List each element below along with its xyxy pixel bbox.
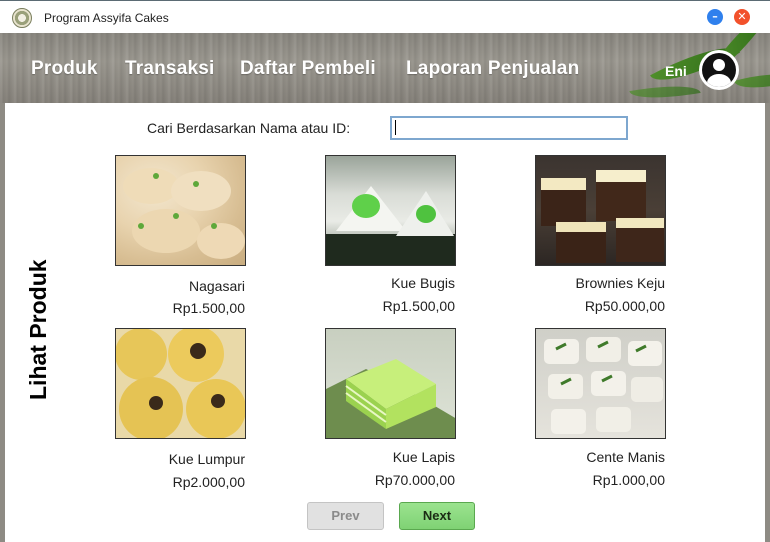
nav-header: Produk Transaksi Daftar Pembeli Laporan …	[0, 33, 770, 103]
next-button[interactable]: Next	[399, 502, 475, 530]
page-title: Lihat Produk	[25, 259, 51, 400]
kue-lapis-photo	[326, 359, 455, 438]
frame-border-left	[0, 103, 5, 542]
window-title-bar: Program Assyifa Cakes – ✕	[0, 0, 770, 33]
product-price: Rp2.000,00	[172, 474, 245, 490]
frame-border-right	[765, 103, 770, 542]
product-name: Brownies Keju	[575, 275, 666, 291]
nav-transaksi[interactable]: Transaksi	[125, 58, 214, 80]
text-caret	[395, 120, 396, 135]
search-input[interactable]	[390, 116, 628, 140]
product-name: Kue Lapis	[392, 449, 455, 465]
product-price: Rp50.000,00	[584, 298, 665, 314]
product-name: Nagasari	[188, 278, 245, 294]
kue-lumpur-photo	[116, 329, 245, 438]
nav-daftar-pembeli[interactable]: Daftar Pembeli	[240, 58, 376, 80]
product-price: Rp1.500,00	[382, 298, 455, 314]
product-image-brownies-keju[interactable]	[535, 155, 666, 266]
product-image-cente-manis[interactable]	[535, 328, 666, 439]
brownies-cheese-photo	[541, 170, 664, 263]
product-image-kue-lumpur[interactable]	[115, 328, 246, 439]
user-avatar-icon[interactable]	[699, 50, 739, 90]
window-title: Program Assyifa Cakes	[44, 11, 169, 25]
product-price: Rp1.500,00	[172, 300, 245, 316]
nav-laporan-penjualan[interactable]: Laporan Penjualan	[406, 58, 579, 80]
green-kue-photo	[326, 186, 455, 265]
app-logo-icon	[12, 8, 32, 28]
product-image-kue-lapis[interactable]	[325, 328, 456, 439]
product-image-kue-bugis[interactable]	[325, 155, 456, 266]
product-image-nagasari[interactable]	[115, 155, 246, 266]
search-label: Cari Berdasarkan Nama atau ID:	[147, 120, 351, 136]
nav-produk[interactable]: Produk	[31, 58, 98, 80]
close-icon[interactable]: ✕	[734, 9, 750, 25]
dumplings-photo	[123, 168, 245, 259]
leaf-decoration	[629, 79, 701, 103]
product-name: Kue Lumpur	[168, 451, 245, 467]
prev-button[interactable]: Prev	[307, 502, 384, 530]
user-name: Eni	[665, 63, 687, 79]
product-price: Rp1.000,00	[592, 472, 665, 488]
product-price: Rp70.000,00	[374, 472, 455, 488]
leaf-decoration	[733, 65, 770, 97]
minimize-icon[interactable]: –	[707, 9, 723, 25]
product-name: Cente Manis	[586, 449, 665, 465]
cente-manis-photo	[544, 337, 663, 434]
product-name: Kue Bugis	[391, 275, 455, 291]
